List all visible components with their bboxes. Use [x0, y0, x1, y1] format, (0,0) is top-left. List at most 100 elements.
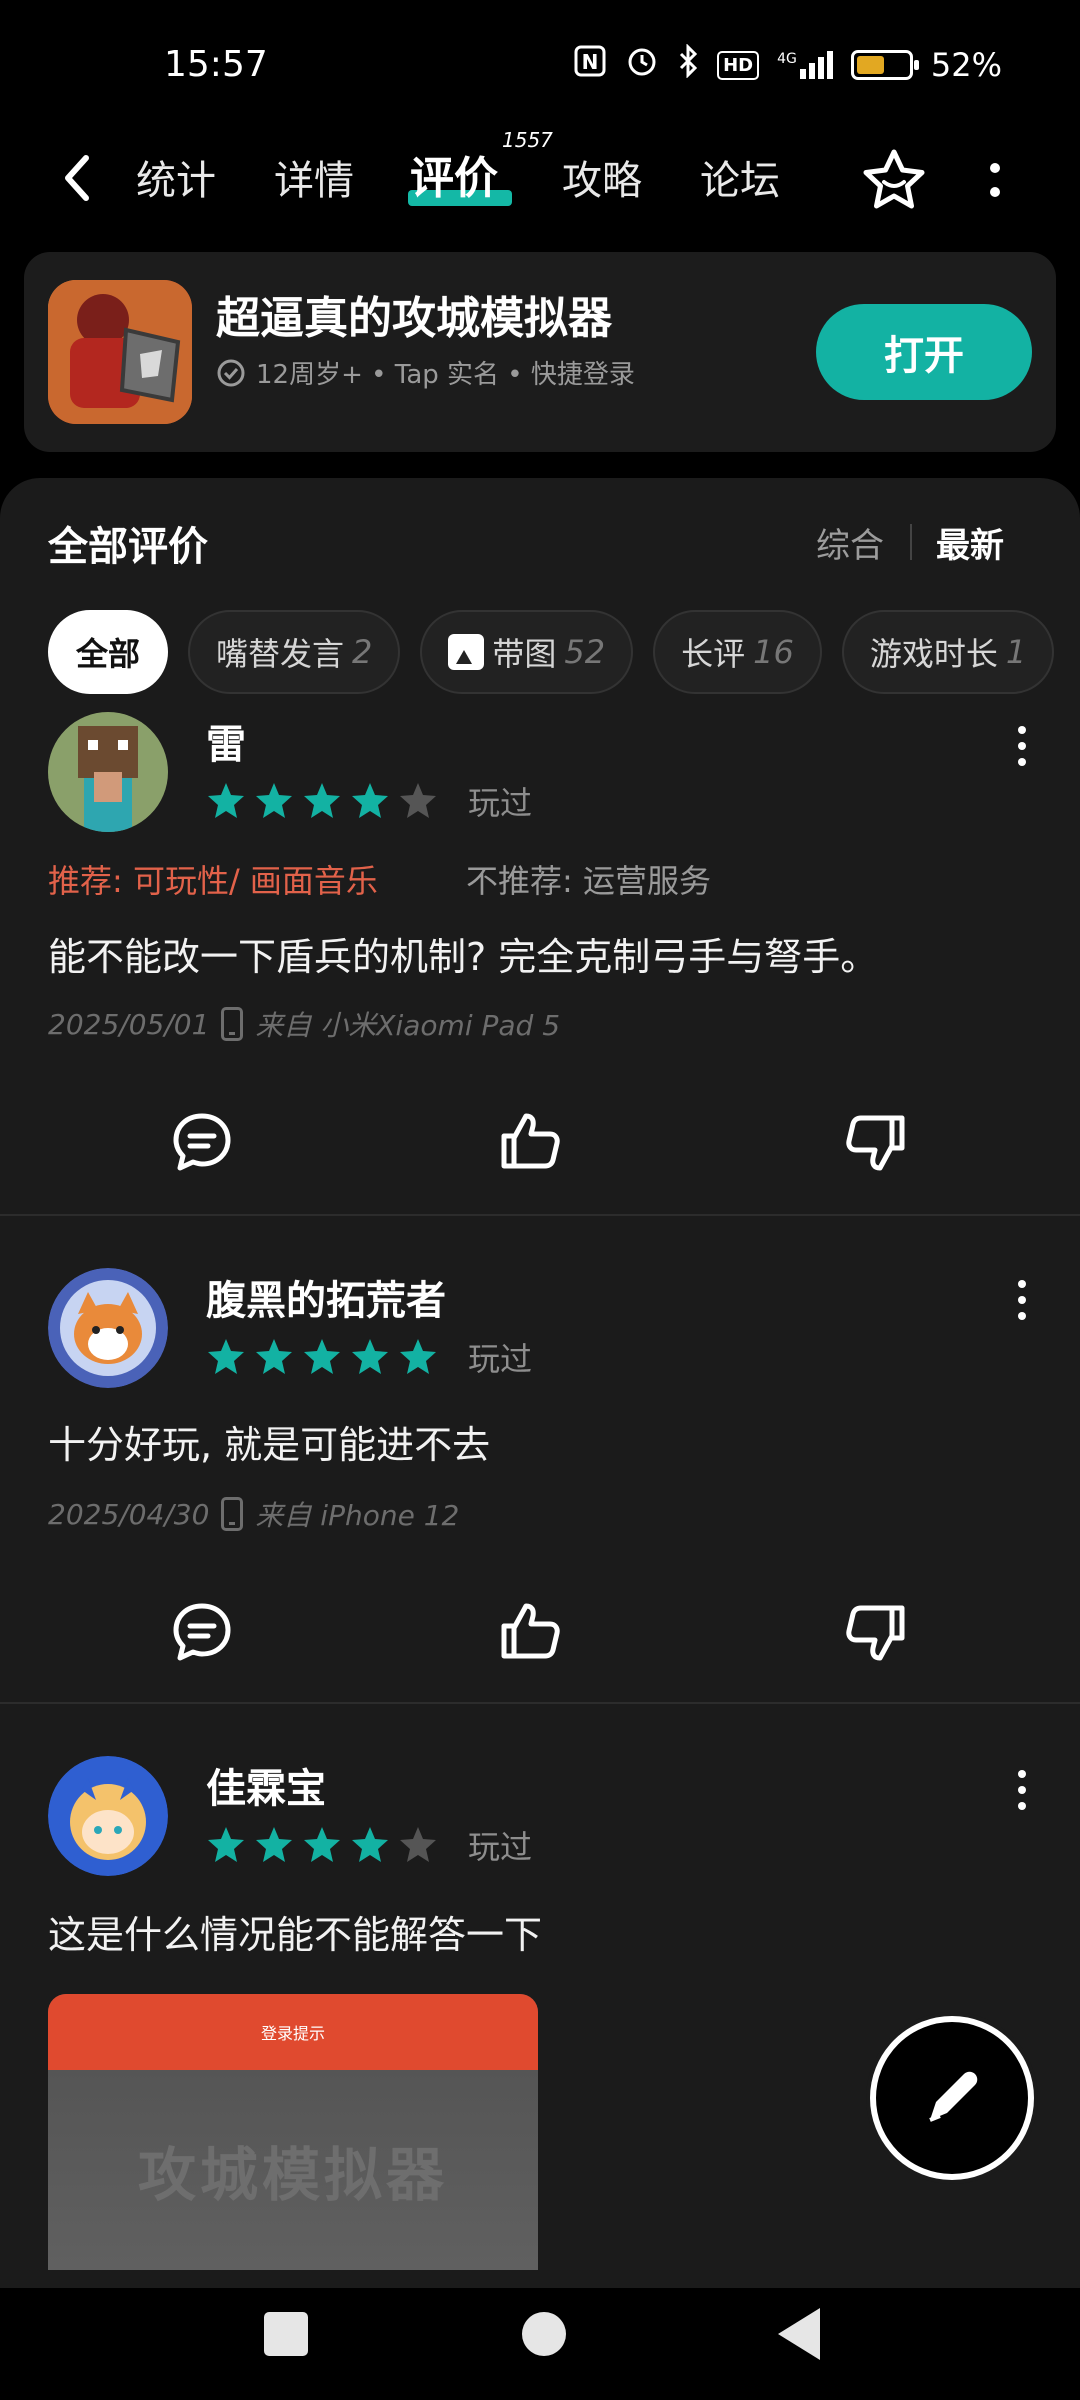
chip-count: 52 — [564, 633, 606, 671]
filter-chip-quotes[interactable]: 嘴替发言 2 — [188, 610, 401, 694]
reviewer-name[interactable]: 佳霖宝 — [206, 1756, 326, 1814]
tab-stats[interactable]: 统计 — [136, 148, 216, 206]
chip-count: 16 — [753, 633, 794, 671]
comment-icon — [173, 1603, 231, 1661]
avatar[interactable] — [48, 712, 168, 832]
star-icon — [352, 1339, 388, 1374]
filter-chip-with-images[interactable]: 带图 52 — [420, 610, 634, 694]
filter-chips: 全部 嘴替发言 2 带图 52 长评 16 游戏时长 1 — [48, 610, 1055, 694]
review-more-button[interactable] — [1012, 1770, 1032, 1810]
comment-button[interactable] — [170, 1110, 234, 1174]
recents-button[interactable] — [264, 2312, 308, 2356]
app-subtitle: 12周岁+ • Tap 实名 • 快捷登录 — [256, 360, 635, 390]
svg-text:N: N — [582, 50, 599, 74]
sort-comprehensive[interactable]: 综合 — [816, 518, 884, 567]
played-label: 玩过 — [468, 1340, 533, 1378]
played-label: 玩过 — [468, 1828, 533, 1866]
chevron-left-icon — [65, 155, 89, 201]
chip-label: 长评 — [681, 635, 746, 673]
star-icon — [208, 1339, 244, 1374]
review-image-title: 攻城模拟器 — [48, 2070, 538, 2270]
star-icon — [208, 783, 244, 818]
comment-icon — [173, 1113, 231, 1171]
review-divider — [0, 1702, 1080, 1704]
chip-label: 嘴替发言 — [216, 635, 345, 673]
verified-check-icon — [217, 359, 245, 386]
back-button[interactable] — [56, 148, 96, 208]
dislike-button[interactable] — [844, 1112, 908, 1176]
sort-newest[interactable]: 最新 — [936, 518, 1004, 567]
avatar[interactable] — [48, 1268, 168, 1388]
phone-icon — [221, 1497, 244, 1531]
review-text[interactable]: 十分好玩, 就是可能进不去 — [48, 1414, 490, 1469]
comment-button[interactable] — [170, 1600, 234, 1664]
tab-guides[interactable]: 攻略 — [562, 148, 642, 206]
nfc-icon: N — [573, 44, 607, 86]
favorite-button[interactable] — [858, 144, 930, 216]
more-options-button[interactable] — [980, 156, 1010, 204]
alarm-icon — [625, 44, 659, 86]
app-subtitle-row: 12周岁+ • Tap 实名 • 快捷登录 — [216, 354, 635, 391]
star-icon — [256, 1339, 292, 1374]
tab-forum[interactable]: 论坛 — [700, 148, 780, 206]
app-icon — [48, 280, 192, 424]
home-button[interactable] — [522, 2312, 566, 2356]
star-icon — [352, 1827, 388, 1862]
system-back-button[interactable] — [778, 2308, 820, 2360]
tab-details[interactable]: 详情 — [274, 148, 354, 206]
more-vertical-icon — [990, 163, 1000, 197]
recommend-tags: 推荐: 可玩性/ 画面音乐 — [48, 862, 378, 900]
bluetooth-icon — [677, 43, 699, 86]
filter-chip-all[interactable]: 全部 — [48, 610, 169, 694]
star-icon — [400, 1339, 436, 1374]
star-icon — [208, 1827, 244, 1862]
review-date: 2025/05/01 — [48, 1007, 210, 1041]
status-time: 15:57 — [164, 44, 268, 85]
section-title: 全部评价 — [48, 524, 208, 570]
avatar[interactable] — [48, 1756, 168, 1876]
dislike-button[interactable] — [844, 1602, 908, 1666]
reviewer-name[interactable]: 雷 — [206, 712, 246, 770]
filter-chip-long[interactable]: 长评 16 — [653, 610, 822, 694]
star-icon — [400, 783, 436, 818]
thumbs-up-icon — [501, 1603, 560, 1659]
review-image[interactable]: 登录提示 攻城模拟器 — [48, 1994, 538, 2270]
star-icon — [304, 1827, 340, 1862]
battery-percent: 52% — [930, 46, 1002, 84]
review-divider — [0, 1214, 1080, 1216]
like-button[interactable] — [498, 1598, 562, 1662]
rating-stars: 玩过 — [206, 1334, 532, 1380]
phone-icon — [221, 1007, 244, 1041]
review-device: 来自 iPhone 12 — [255, 1499, 460, 1532]
write-review-button[interactable] — [870, 2016, 1034, 2180]
star-icon — [352, 783, 388, 818]
network-type: 4G — [777, 51, 797, 67]
battery-fill — [856, 56, 884, 74]
review-more-button[interactable] — [1012, 726, 1032, 766]
filter-chip-playtime[interactable]: 游戏时长 1 — [841, 610, 1055, 694]
battery-icon — [850, 50, 919, 80]
star-icon — [304, 1339, 340, 1374]
pencil-icon — [929, 2071, 978, 2122]
not-recommend-tags: 不推荐: 运营服务 — [466, 862, 711, 900]
rating-stars: 玩过 — [206, 1822, 532, 1868]
review-more-button[interactable] — [1012, 1280, 1032, 1320]
review-count-badge: 1557 — [502, 128, 553, 152]
chip-count: 1 — [1005, 633, 1027, 671]
review-date: 2025/04/30 — [48, 1497, 210, 1531]
review-text[interactable]: 能不能改一下盾兵的机制? 完全克制弓手与弩手。 — [48, 926, 878, 981]
star-outline-icon — [863, 149, 925, 209]
chip-label: 带图 — [492, 635, 557, 673]
played-label: 玩过 — [468, 784, 533, 822]
chip-count: 2 — [352, 633, 373, 671]
like-button[interactable] — [498, 1108, 562, 1172]
open-app-button[interactable]: 打开 — [816, 304, 1032, 400]
thumbs-down-icon — [846, 1115, 905, 1171]
review-meta: 2025/05/01 来自 小米Xiaomi Pad 5 — [48, 1004, 560, 1044]
review-device: 来自 小米Xiaomi Pad 5 — [255, 1009, 561, 1042]
tab-reviews[interactable]: 评价 — [410, 142, 498, 206]
reviewer-name[interactable]: 腹黑的拓荒者 — [206, 1268, 446, 1326]
sort-divider — [910, 524, 912, 560]
hd-icon: HD — [717, 50, 760, 80]
review-text[interactable]: 这是什么情况能不能解答一下 — [48, 1904, 542, 1959]
